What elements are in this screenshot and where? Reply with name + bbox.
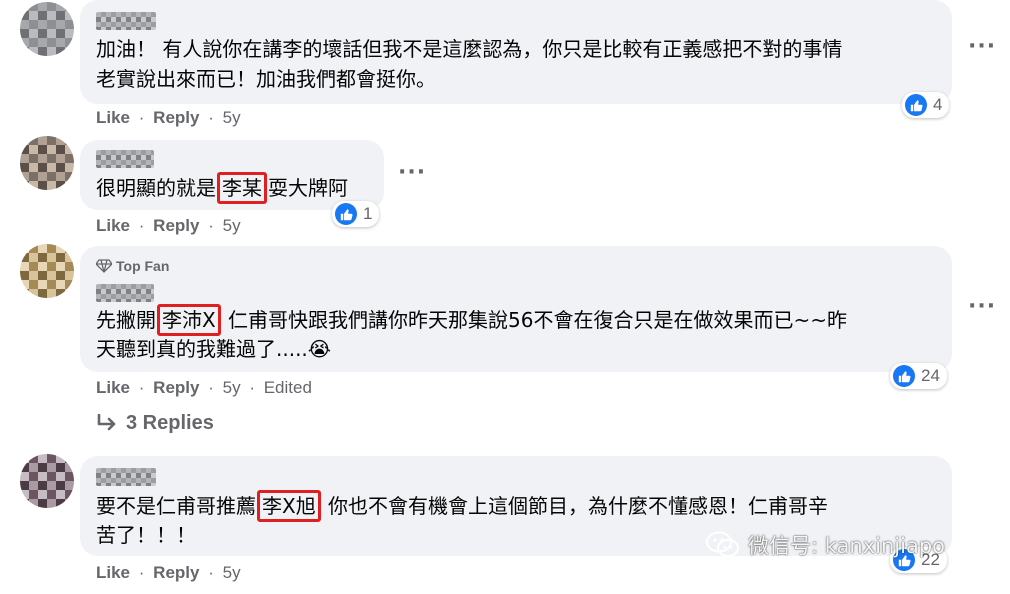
comment-actions: Like · Reply · 5y [96, 216, 241, 236]
reaction-number: 24 [921, 366, 940, 385]
commenter-avatar[interactable] [20, 454, 74, 508]
more-options-icon[interactable]: ··· [398, 160, 426, 185]
thumbs-up-icon [905, 94, 927, 116]
reply-arrow-icon [97, 413, 116, 431]
commenter-avatar[interactable] [20, 244, 74, 298]
reply-button[interactable]: Reply [153, 378, 199, 397]
edited-label: Edited [263, 378, 312, 397]
reaction-number: 4 [933, 95, 943, 114]
like-button[interactable]: Like [96, 563, 130, 582]
like-button[interactable]: Like [96, 378, 130, 397]
reaction-count[interactable]: 4 [902, 92, 950, 118]
reaction-count[interactable]: 24 [890, 363, 947, 389]
separator: · [138, 563, 145, 582]
thumbs-up-icon [893, 365, 915, 387]
reply-button[interactable]: Reply [153, 108, 199, 127]
reply-button[interactable]: Reply [153, 216, 199, 235]
comment-text: 要不是仁甫哥推薦 李X旭 你也不會有機會上這個節目，為什麼不懂感恩！仁甫哥辛 [96, 490, 828, 522]
more-options-icon[interactable]: ··· [968, 294, 996, 319]
separator: · [208, 216, 214, 235]
separator: · [138, 108, 145, 127]
top-fan-badge: Top Fan [95, 258, 169, 274]
view-replies-link[interactable]: 3 Replies [96, 412, 214, 435]
blurred-commenter-name[interactable] [96, 12, 156, 30]
reaction-count[interactable]: 1 [332, 201, 380, 227]
comment-actions: Like · Reply · 5y · Edited [96, 378, 312, 398]
highlighted-name: 李X旭 [257, 490, 321, 522]
comment-text: 天聽到真的我難過了.....😭 [96, 337, 332, 361]
separator: · [208, 563, 214, 582]
like-button[interactable]: Like [96, 108, 130, 127]
comment-age: 5y [222, 216, 241, 235]
comment-text: 苦了！！！ [96, 523, 196, 547]
wechat-watermark: 微信号: kanxinjiapo [706, 530, 945, 560]
blurred-commenter-name[interactable] [96, 284, 154, 302]
wechat-icon [706, 531, 739, 557]
highlighted-name: 李某 [217, 172, 267, 204]
comment-actions: Like · Reply · 5y [96, 563, 241, 583]
comment-text: 老實說出來而已！加油我們都會挺你。 [96, 67, 436, 91]
more-options-icon[interactable]: ··· [968, 34, 996, 59]
comment-age: 5y [222, 378, 241, 397]
highlighted-name: 李沛X [157, 304, 221, 336]
commenter-avatar[interactable] [20, 2, 74, 56]
like-button[interactable]: Like [96, 216, 130, 235]
comment-age: 5y [222, 108, 241, 127]
commenter-avatar[interactable] [20, 136, 74, 190]
thumbs-up-icon [335, 203, 357, 225]
separator: · [138, 378, 145, 397]
blurred-commenter-name[interactable] [96, 468, 156, 486]
watermark-text: 微信号: kanxinjiapo [748, 534, 946, 558]
reply-button[interactable]: Reply [153, 563, 199, 582]
diamond-icon [95, 259, 113, 273]
separator: · [249, 378, 255, 397]
reaction-number: 1 [363, 204, 373, 223]
comment-text: 先撇開 李沛X 仁甫哥快跟我們講你昨天那集說56不會在復合只是在做效果而已~~昨 [96, 304, 847, 336]
separator: · [208, 378, 214, 397]
comment-text: 加油！ 有人說你在講李的壞話但我不是這麼認為，你只是比較有正義感把不對的事情 [96, 37, 843, 61]
comment-text: 很明顯的就是 李某 耍大牌阿 [96, 172, 348, 204]
separator: · [208, 108, 214, 127]
blurred-commenter-name[interactable] [96, 150, 154, 168]
separator: · [138, 216, 145, 235]
comment-actions: Like · Reply · 5y [96, 108, 241, 128]
comment-age: 5y [222, 563, 241, 582]
